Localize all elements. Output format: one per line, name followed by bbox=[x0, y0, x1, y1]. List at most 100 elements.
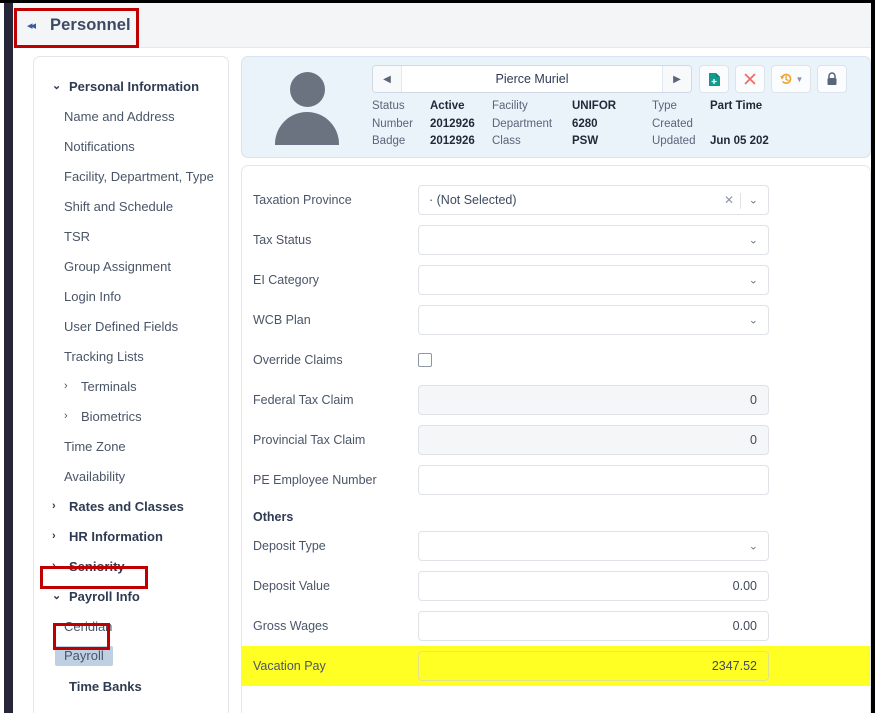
select-ei-category[interactable]: ⌄ bbox=[418, 265, 769, 295]
next-employee-button[interactable]: ▶ bbox=[663, 66, 691, 92]
sidebar-item-biometrics[interactable]: › Biometrics bbox=[34, 401, 228, 431]
sidebar-item-shift-and-schedule[interactable]: Shift and Schedule bbox=[34, 191, 228, 221]
sidebar-item-name-and-address[interactable]: Name and Address bbox=[34, 101, 228, 131]
field-control-wrap: 2347.52 bbox=[418, 651, 769, 681]
input-gross-wages[interactable]: 0.00 bbox=[418, 611, 769, 641]
employee-meta: Status Active Number 2012926 Badge 2012926 … bbox=[372, 98, 870, 151]
chevron-down-icon[interactable]: ⌄ bbox=[749, 274, 758, 287]
sidebar-item-hr-information[interactable]: › HR Information bbox=[34, 521, 228, 551]
sidebar-item-label: Login Info bbox=[64, 288, 122, 304]
form-row-taxation-province: Taxation Province · (Not Selected) ✕ ⌄ bbox=[242, 180, 870, 220]
sidebar-item-user-defined-fields[interactable]: User Defined Fields bbox=[34, 311, 228, 341]
field-control-wrap: 0.00 bbox=[418, 571, 769, 601]
sidebar-item-ceridian[interactable]: Ceridian bbox=[34, 611, 228, 641]
input-deposit-value[interactable]: 0.00 bbox=[418, 571, 769, 601]
chevron-down-icon: ▼ bbox=[795, 74, 804, 84]
select-deposit-type[interactable]: ⌄ bbox=[418, 531, 769, 561]
input-pe-employee-number[interactable] bbox=[418, 465, 769, 495]
sidebar-item-label: Biometrics bbox=[81, 408, 142, 424]
section-title-others: Others bbox=[253, 510, 294, 524]
employee-name-field[interactable]: Pierce Muriel bbox=[401, 66, 663, 92]
meta-label: Number bbox=[372, 117, 413, 130]
field-label: Tax Status bbox=[253, 233, 312, 247]
sidebar-item-payroll[interactable]: Payroll bbox=[34, 641, 228, 671]
form-row-vacation-pay: Vacation Pay 2347.52 bbox=[242, 646, 870, 686]
meta-label: Badge bbox=[372, 135, 406, 147]
form-row-tax-status: Tax Status ⌄ bbox=[242, 220, 870, 260]
chevron-down-icon[interactable]: ⌄ bbox=[749, 234, 758, 247]
select-wcb-plan[interactable]: ⌄ bbox=[418, 305, 769, 335]
sidebar-item-label: Terminals bbox=[81, 378, 137, 394]
sidebar-item-label: TSR bbox=[64, 228, 90, 244]
meta-label: Class bbox=[492, 135, 521, 147]
sidebar-item-label: HR Information bbox=[69, 528, 163, 544]
app-window: ◂◂ Personnel ⌄ Personal Information Name a… bbox=[0, 0, 875, 713]
sidebar-item-tsr[interactable]: TSR bbox=[34, 221, 228, 251]
new-document-button[interactable] bbox=[699, 65, 729, 93]
sidebar-item-label: User Defined Fields bbox=[64, 318, 179, 334]
meta-value: 2012926 bbox=[430, 117, 475, 130]
sidebar-item-time-zone[interactable]: Time Zone bbox=[34, 431, 228, 461]
employee-navigator: ◀ Pierce Muriel ▶ bbox=[372, 65, 692, 93]
field-label: Deposit Type bbox=[253, 539, 326, 553]
input-provincial-tax-claim: 0 bbox=[418, 425, 769, 455]
sidebar-item-label: Ceridian bbox=[64, 618, 113, 634]
chevron-right-icon: › bbox=[52, 559, 56, 572]
sidebar-item-group-assignment[interactable]: Group Assignment bbox=[34, 251, 228, 281]
field-control-wrap bbox=[418, 353, 769, 367]
field-label: Taxation Province bbox=[253, 193, 352, 207]
sidebar-item-rates-and-classes[interactable]: › Rates and Classes bbox=[34, 491, 228, 521]
field-label: Gross Wages bbox=[253, 619, 329, 633]
form-row-gross-wages: Gross Wages 0.00 bbox=[242, 606, 870, 646]
meta-value: PSW bbox=[572, 135, 599, 147]
payroll-form-card: Taxation Province · (Not Selected) ✕ ⌄ Tax S… bbox=[241, 165, 871, 713]
meta-value: UNIFOR bbox=[572, 100, 617, 112]
meta-value: 2012926 bbox=[430, 135, 475, 147]
sidebar-item-label: Time Zone bbox=[64, 438, 126, 454]
sidebar-item-personal-information[interactable]: ⌄ Personal Information bbox=[34, 71, 228, 101]
form-row-provincial-tax-claim: Provincial Tax Claim 0 bbox=[242, 420, 870, 460]
select-taxation-province[interactable]: · (Not Selected) ✕ ⌄ bbox=[418, 185, 769, 215]
chevron-right-icon: › bbox=[64, 409, 68, 422]
clear-selection-icon[interactable]: ✕ bbox=[724, 193, 734, 207]
form-row-deposit-type: Deposit Type ⌄ bbox=[242, 526, 870, 566]
sidebar-item-seniority[interactable]: › Seniority bbox=[34, 551, 228, 581]
chevron-down-icon[interactable]: ⌄ bbox=[749, 540, 758, 553]
sidebar-item-time-banks[interactable]: Time Banks bbox=[34, 671, 228, 701]
meta-value: Jun 05 202 bbox=[710, 135, 769, 147]
select-tax-status[interactable]: ⌄ bbox=[418, 225, 769, 255]
checkbox-override-claims[interactable] bbox=[418, 353, 432, 367]
sidebar-item-tracking-lists[interactable]: Tracking Lists bbox=[34, 341, 228, 371]
field-control-wrap: ⌄ bbox=[418, 265, 769, 295]
page-title: Personnel bbox=[50, 16, 131, 34]
field-label: Federal Tax Claim bbox=[253, 393, 354, 407]
meta-value: 6280 bbox=[572, 117, 598, 130]
sidebar-item-facility-department-type[interactable]: Facility, Department, Type bbox=[34, 161, 228, 191]
sidebar-item-label: Time Banks bbox=[69, 678, 142, 694]
select-value: · (Not Selected) bbox=[429, 193, 517, 207]
field-label: PE Employee Number bbox=[253, 473, 377, 487]
field-control-wrap: ⌄ bbox=[418, 225, 769, 255]
previous-employee-button[interactable]: ◀ bbox=[373, 66, 401, 92]
field-label: Provincial Tax Claim bbox=[253, 433, 366, 447]
chevron-down-icon[interactable]: ⌄ bbox=[749, 314, 758, 327]
lock-icon bbox=[827, 72, 837, 85]
meta-label: Status bbox=[372, 100, 405, 112]
sidebar-item-payroll-info[interactable]: ⌄ Payroll Info bbox=[34, 581, 228, 611]
chevron-right-icon: › bbox=[52, 499, 56, 512]
sidebar-item-login-info[interactable]: Login Info bbox=[34, 281, 228, 311]
chevron-down-icon[interactable]: ⌄ bbox=[749, 194, 758, 207]
collapse-sidebar-icon[interactable]: ◂◂ bbox=[27, 19, 36, 32]
sidebar-item-notifications[interactable]: Notifications bbox=[34, 131, 228, 161]
lock-button[interactable] bbox=[817, 65, 847, 93]
form-row-pe-employee-number: PE Employee Number bbox=[242, 460, 870, 500]
chevron-right-icon: › bbox=[64, 379, 68, 392]
navigation-sidebar: ⌄ Personal Information Name and Address Not… bbox=[33, 56, 229, 713]
sidebar-item-terminals[interactable]: › Terminals bbox=[34, 371, 228, 401]
sidebar-item-availability[interactable]: Availability bbox=[34, 461, 228, 491]
input-vacation-pay[interactable]: 2347.52 bbox=[418, 651, 769, 681]
sidebar-item-label: Facility, Department, Type bbox=[64, 168, 214, 184]
history-button[interactable]: ▼ bbox=[771, 65, 811, 93]
chevron-right-icon: › bbox=[52, 529, 56, 542]
delete-button[interactable] bbox=[735, 65, 765, 93]
